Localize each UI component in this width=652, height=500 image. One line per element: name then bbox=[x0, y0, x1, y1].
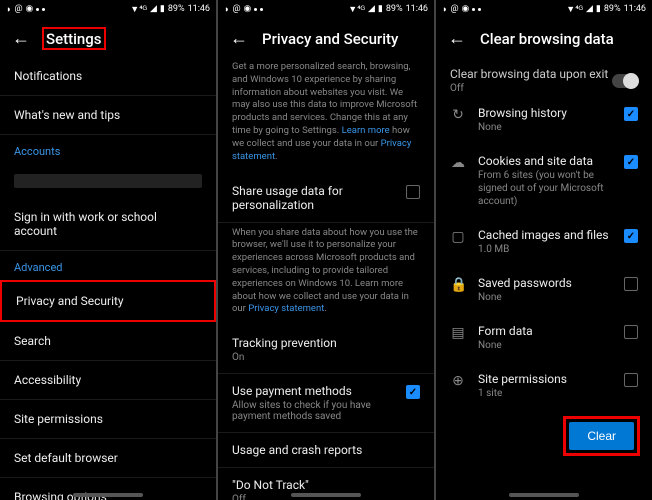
home-indicator[interactable] bbox=[509, 493, 579, 497]
checkbox-payment[interactable] bbox=[406, 385, 420, 399]
at-icon: @ bbox=[14, 4, 22, 14]
moon-icon: ◗ bbox=[6, 4, 11, 15]
row-site-permissions[interactable]: Site permissions bbox=[0, 400, 216, 439]
highlight-settings: Settings bbox=[42, 27, 106, 50]
row-browsing-history[interactable]: ↻ Browsing history None bbox=[436, 96, 652, 144]
row-formdata[interactable]: ▤ Form data None bbox=[436, 314, 652, 362]
share-usage-description: When you share data about how you use th… bbox=[218, 223, 434, 327]
row-cookies[interactable]: ☁ Cookies and site data From 6 sites (yo… bbox=[436, 144, 652, 218]
clear-data-list[interactable]: Clear browsing data upon exit Off ↻ Brow… bbox=[436, 57, 652, 500]
back-icon[interactable]: ← bbox=[448, 28, 466, 49]
checkbox-formdata[interactable] bbox=[624, 325, 638, 339]
row-accessibility[interactable]: Accessibility bbox=[0, 361, 216, 400]
row-default-browser[interactable]: Set default browser bbox=[0, 439, 216, 478]
row-share-usage[interactable]: Share usage data for personalization bbox=[218, 174, 434, 223]
back-icon[interactable]: ← bbox=[12, 28, 30, 49]
checkbox-cache[interactable] bbox=[624, 229, 638, 243]
row-cached[interactable]: ▢ Cached images and files 1.0 MB bbox=[436, 218, 652, 266]
checkbox-passwords[interactable] bbox=[624, 277, 638, 291]
lock-icon: 🔒 bbox=[450, 277, 466, 293]
battery-pct: 89% bbox=[168, 4, 185, 14]
status-right: ▼⁴ᴳ ◢ ▮ 89% 11:46 bbox=[130, 4, 210, 15]
settings-screen: ◗ @ ◉ ▼⁴ᴳ ◢ ▮ 89% 11:46 ← Settings Notif… bbox=[0, 0, 216, 500]
app-bar: ← Privacy and Security bbox=[218, 18, 434, 57]
personalize-description: Get a more personalized search, browsing… bbox=[218, 57, 434, 174]
signal-icon: ◢ bbox=[150, 4, 157, 14]
section-advanced: Advanced bbox=[0, 251, 216, 280]
history-icon: ↻ bbox=[450, 107, 466, 123]
clear-button[interactable]: Clear bbox=[569, 422, 634, 450]
checkbox-siteperm[interactable] bbox=[624, 373, 638, 387]
cookie-icon: ☁ bbox=[450, 155, 466, 171]
learn-more-link[interactable]: Learn more bbox=[342, 125, 390, 136]
battery-icon: ▮ bbox=[160, 4, 165, 14]
app-bar: ← Clear browsing data bbox=[436, 18, 652, 57]
signal-icon: ▼⁴ᴳ bbox=[130, 4, 147, 15]
home-indicator[interactable] bbox=[291, 493, 361, 497]
settings-list[interactable]: Notifications What's new and tips Accoun… bbox=[0, 57, 216, 500]
clear-data-screen: ◗@◉ ▼⁴ᴳ◢▮89%11:46 ← Clear browsing data … bbox=[436, 0, 652, 500]
clock: 11:46 bbox=[188, 4, 210, 14]
back-icon[interactable]: ← bbox=[230, 28, 248, 49]
row-passwords[interactable]: 🔒 Saved passwords None bbox=[436, 266, 652, 314]
chat-icon: ◉ bbox=[26, 4, 34, 14]
row-privacy-security[interactable]: Privacy and Security bbox=[0, 280, 216, 322]
image-icon: ▢ bbox=[450, 229, 466, 245]
row-search[interactable]: Search bbox=[0, 322, 216, 361]
row-usage-crash[interactable]: Usage and crash reports bbox=[218, 433, 434, 468]
checkbox-cookies[interactable] bbox=[624, 155, 638, 169]
row-tracking[interactable]: Tracking prevention On bbox=[218, 326, 434, 374]
toggle-upon-exit[interactable] bbox=[612, 74, 638, 88]
status-bar: ◗@◉ ▼⁴ᴳ◢▮89%11:46 bbox=[218, 0, 434, 18]
row-payment[interactable]: Use payment methods Allow sites to check… bbox=[218, 374, 434, 433]
privacy-screen: ◗@◉ ▼⁴ᴳ◢▮89%11:46 ← Privacy and Security… bbox=[218, 0, 434, 500]
row-site-permissions[interactable]: ⊕ Site permissions 1 site bbox=[436, 362, 652, 410]
page-title: Clear browsing data bbox=[480, 30, 614, 48]
status-bar: ◗ @ ◉ ▼⁴ᴳ ◢ ▮ 89% 11:46 bbox=[0, 0, 216, 18]
app-bar: ← Settings bbox=[0, 18, 216, 57]
checkbox-share-usage[interactable] bbox=[406, 185, 420, 199]
row-notifications[interactable]: Notifications bbox=[0, 57, 216, 96]
section-accounts: Accounts bbox=[0, 135, 216, 164]
row-signin-work[interactable]: Sign in with work or school account bbox=[0, 198, 216, 251]
privacy-list[interactable]: Get a more personalized search, browsing… bbox=[218, 57, 434, 500]
highlight-clear: Clear bbox=[563, 416, 640, 456]
row-whats-new[interactable]: What's new and tips bbox=[0, 96, 216, 135]
globe-icon: ⊕ bbox=[450, 373, 466, 389]
form-icon: ▤ bbox=[450, 325, 466, 341]
home-indicator[interactable] bbox=[73, 493, 143, 497]
status-bar: ◗@◉ ▼⁴ᴳ◢▮89%11:46 bbox=[436, 0, 652, 18]
row-upon-exit[interactable]: Clear browsing data upon exit Off bbox=[436, 57, 652, 96]
checkbox-history[interactable] bbox=[624, 107, 638, 121]
page-title: Privacy and Security bbox=[262, 30, 398, 48]
privacy-statement-link[interactable]: Privacy statement bbox=[248, 303, 324, 314]
page-title: Settings bbox=[46, 30, 102, 48]
status-left: ◗ @ ◉ bbox=[6, 4, 45, 15]
row-account-redacted[interactable] bbox=[14, 174, 202, 188]
